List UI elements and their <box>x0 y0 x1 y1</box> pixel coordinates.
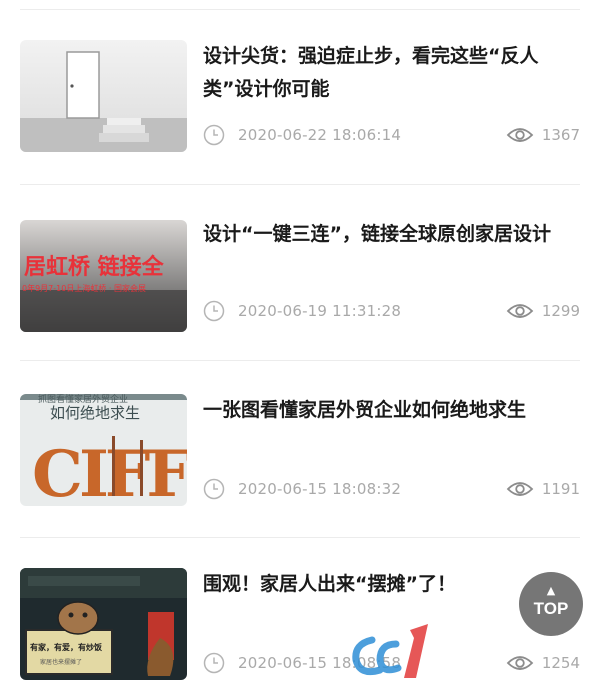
eye-icon <box>506 128 534 142</box>
banner-text: 居虹桥 链接全 <box>24 254 165 280</box>
divider <box>20 360 580 361</box>
cartoon-stall[interactable]: 有家，有爱，有炒饭 家居也来摆摊了 <box>20 568 187 680</box>
clock-icon <box>203 124 225 146</box>
eye-icon <box>506 482 534 496</box>
poster-logo: CIFF <box>32 437 187 506</box>
watermark-logo <box>352 624 428 678</box>
article-meta: 2020-06-19 11:31:28 1299 <box>203 300 580 324</box>
divider <box>20 184 580 185</box>
article-date: 2020-06-15 18:08:32 <box>238 480 402 498</box>
article-meta: 2020-06-15 18:08:32 1191 <box>203 478 580 502</box>
view-count: 1299 <box>541 302 580 320</box>
poster-heading: 如何绝地求生 <box>50 404 140 422</box>
banner-photo[interactable]: 居虹桥 链接全 0年9月7-10日上海虹桥 · 国家会展 <box>20 220 187 332</box>
article-title[interactable]: 设计“一键三连”，链接全球原创家居设计 <box>203 218 578 251</box>
view-count: 1367 <box>541 126 580 144</box>
article-meta: 2020-06-22 18:06:14 1367 <box>203 124 580 148</box>
article-title[interactable]: 设计尖货：强迫症止步，看完这些“反人类”设计你可能 <box>203 40 578 106</box>
ciff-poster[interactable]: 抓图看懂家居外贸企业 如何绝地求生 CIFF <box>20 394 187 506</box>
divider <box>20 9 580 10</box>
article-date: 2020-06-19 11:31:28 <box>238 302 402 320</box>
view-count: 1254 <box>541 654 580 672</box>
clock-icon <box>203 478 225 500</box>
stall-sign-sub: 家居也来摆摊了 <box>40 658 82 666</box>
back-to-top-label: TOP <box>533 599 569 618</box>
article-item[interactable]: 居虹桥 链接全 0年9月7-10日上海虹桥 · 国家会展 设计“一键三连”，链接… <box>20 218 580 348</box>
clock-icon <box>203 300 225 322</box>
article-item[interactable]: 设计尖货：强迫症止步，看完这些“反人类”设计你可能 2020-06-22 18:… <box>20 40 580 170</box>
article-date: 2020-06-22 18:06:14 <box>238 126 402 144</box>
article-item[interactable]: 抓图看懂家居外贸企业 如何绝地求生 CIFF 一张图看懂家居外贸企业如何绝地求生… <box>20 394 580 524</box>
door-room-photo[interactable] <box>20 40 187 152</box>
stall-sign-text: 有家，有爱，有炒饭 <box>30 642 102 652</box>
article-item[interactable]: 有家，有爱，有炒饭 家居也来摆摊了 围观！家居人出来“摆摊”了！ 2020-06… <box>20 568 580 691</box>
article-title[interactable]: 一张图看懂家居外贸企业如何绝地求生 <box>203 394 578 427</box>
banner-subtext: 0年9月7-10日上海虹桥 · 国家会展 <box>22 283 146 293</box>
divider <box>20 537 580 538</box>
back-to-top-button[interactable]: ▲ TOP <box>519 572 583 636</box>
eye-icon <box>506 304 534 318</box>
eye-icon <box>506 656 534 670</box>
clock-icon <box>203 652 225 674</box>
view-count: 1191 <box>541 480 580 498</box>
arrow-up-icon: ▲ <box>546 584 556 597</box>
